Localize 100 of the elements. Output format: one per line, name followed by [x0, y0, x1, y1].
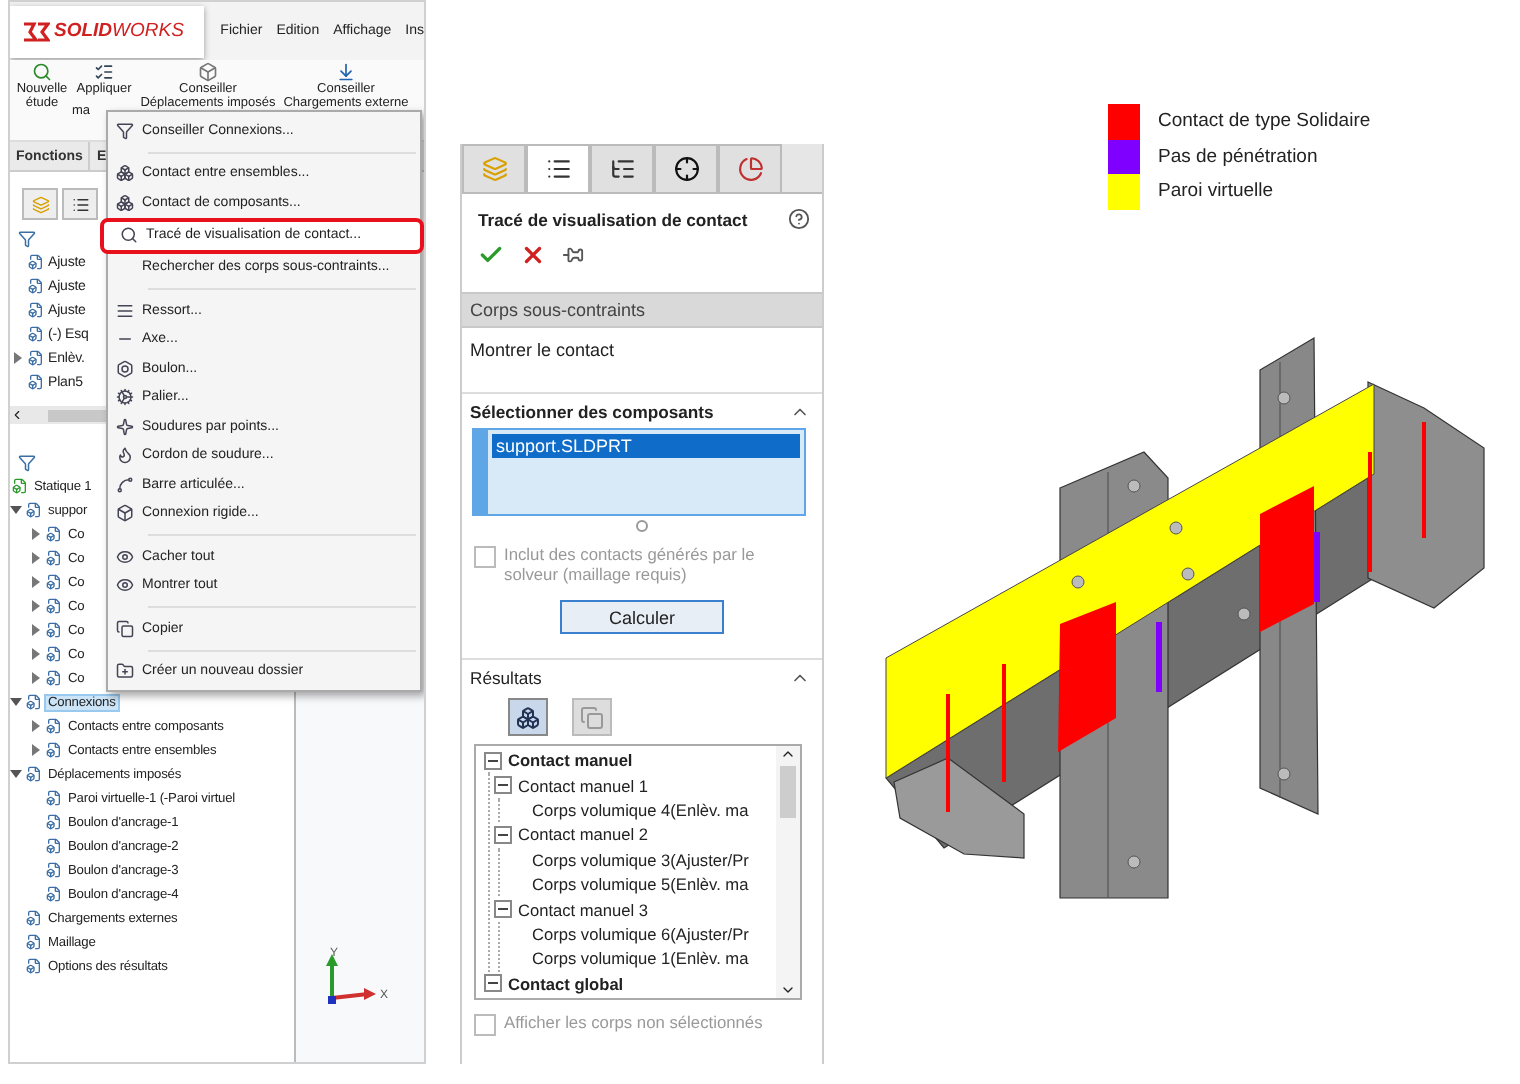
tree-node-icon [26, 958, 42, 974]
tree-node-icon [46, 646, 62, 662]
tree-node-icon [46, 718, 62, 734]
tree-item[interactable]: Contact global [508, 973, 624, 994]
expand-arrow[interactable] [31, 744, 39, 756]
crosshair-icon [673, 156, 699, 182]
tree-node-icon [26, 502, 42, 518]
filter-icon [18, 229, 36, 247]
expand-arrow[interactable] [31, 528, 39, 540]
tree-node-icon [26, 910, 42, 926]
curve-icon [115, 475, 133, 494]
bolt-icon [115, 359, 133, 378]
section-bar[interactable]: Corps sous-contraints [462, 292, 822, 328]
lines-icon [115, 301, 133, 320]
selection-list[interactable]: support.SLDPRT [472, 428, 806, 516]
expand-arrow[interactable] [31, 600, 39, 612]
expand-arrow[interactable] [10, 770, 21, 778]
tree-node-icon [46, 862, 62, 878]
checkbox-label: Inclut des contacts générés par le solveur (maillage requis) [504, 544, 757, 584]
tree-node-icon [46, 742, 62, 758]
tree-node-icon [26, 766, 42, 782]
tree-item[interactable]: Corps volumique 4(Enlèv. ma [532, 799, 749, 820]
tree-node-icon [28, 254, 44, 270]
expand-arrow[interactable] [31, 576, 39, 588]
sparkle-icon [115, 417, 133, 436]
expand-arrow[interactable] [31, 720, 39, 732]
tree-node-icon [26, 934, 42, 950]
layers-icon [481, 156, 507, 182]
scrollbar-thumb[interactable] [780, 766, 796, 818]
scroll-left-icon [10, 408, 24, 422]
help-icon[interactable] [788, 208, 810, 230]
tree-icon [609, 156, 635, 182]
collapse-toggle[interactable] [494, 776, 512, 795]
axis-triad-icon [326, 954, 376, 1004]
collapse-toggle[interactable] [484, 974, 502, 993]
expand-arrow[interactable] [31, 624, 39, 636]
tree-item[interactable]: Contact manuel [508, 750, 633, 771]
cube-icon [198, 62, 218, 82]
group-heading: Résultats [470, 668, 542, 688]
tab[interactable] [526, 144, 590, 192]
list-icon [71, 195, 89, 213]
tree-item[interactable]: Corps volumique 3(Ajuster/Pr [532, 849, 749, 870]
expand-arrow[interactable] [31, 672, 39, 684]
legend-label: Pas de pénétration [1158, 145, 1318, 168]
tree-item[interactable]: Contact manuel 2 [518, 824, 649, 845]
tab[interactable] [654, 144, 718, 192]
tool-button[interactable] [508, 698, 548, 736]
arrow-icon [336, 62, 356, 82]
calculate-button[interactable]: Calculer [560, 600, 724, 634]
layers-icon [31, 195, 49, 213]
scroll-down-icon [780, 982, 796, 998]
boxes-icon [516, 705, 540, 729]
eye-icon [115, 547, 133, 566]
tree-node-icon [26, 694, 42, 710]
expand-arrow[interactable] [10, 506, 21, 514]
tree-node-icon [46, 598, 62, 614]
list-item[interactable]: support.SLDPRT [492, 434, 800, 458]
tree-node-icon [28, 278, 44, 294]
tree-item[interactable]: Contact manuel 1 [518, 775, 649, 796]
tree-item[interactable]: Contact manuel 3 [518, 899, 649, 920]
tree-item[interactable]: Corps volumique 5(Enlèv. ma [532, 874, 749, 895]
filter-icon [18, 453, 36, 471]
scroll-up-icon [780, 746, 796, 762]
tree-node-icon [28, 374, 44, 390]
legend-label: Paroi virtuelle [1158, 180, 1274, 203]
confirm-icon[interactable] [478, 242, 504, 268]
logo-icon [22, 19, 50, 43]
tree-item[interactable]: Corps volumique 1(Enlèv. ma [532, 948, 749, 969]
tree-item[interactable]: Corps volumique 6(Ajuster/Pr [532, 923, 749, 944]
tab[interactable] [590, 144, 654, 192]
tree-node-icon [28, 302, 44, 318]
tree-node-icon [28, 326, 44, 342]
search-icon [119, 226, 137, 244]
expand-arrow[interactable] [31, 648, 39, 660]
panel-title: Tracé de visualisation de contact [478, 209, 748, 229]
resize-handle[interactable] [636, 520, 648, 532]
tree-node-icon [46, 838, 62, 854]
close-icon[interactable] [520, 242, 546, 268]
collapse-toggle[interactable] [484, 751, 502, 770]
expand-arrow[interactable] [13, 352, 21, 364]
boxes-icon [115, 193, 133, 212]
expand-arrow[interactable] [31, 552, 39, 564]
collapse-toggle[interactable] [494, 825, 512, 844]
flame-icon [115, 446, 133, 465]
tree-node-icon [28, 350, 44, 366]
copy-icon [580, 705, 604, 729]
tree-node-icon [46, 622, 62, 638]
magnifier-icon [32, 62, 52, 82]
vertical-scrollbar[interactable] [776, 746, 800, 998]
pin-icon[interactable] [562, 244, 584, 266]
legend-label: Contact de type Solidaire [1158, 110, 1371, 133]
collapse-toggle[interactable] [494, 900, 512, 919]
expand-arrow[interactable] [10, 698, 21, 706]
cube-icon [115, 504, 133, 523]
boxes-icon [115, 164, 133, 183]
folder-icon [115, 662, 133, 681]
eye-icon [115, 576, 133, 595]
tree-node-icon [46, 574, 62, 590]
funnel-icon [115, 121, 133, 140]
list-icon [94, 62, 114, 82]
